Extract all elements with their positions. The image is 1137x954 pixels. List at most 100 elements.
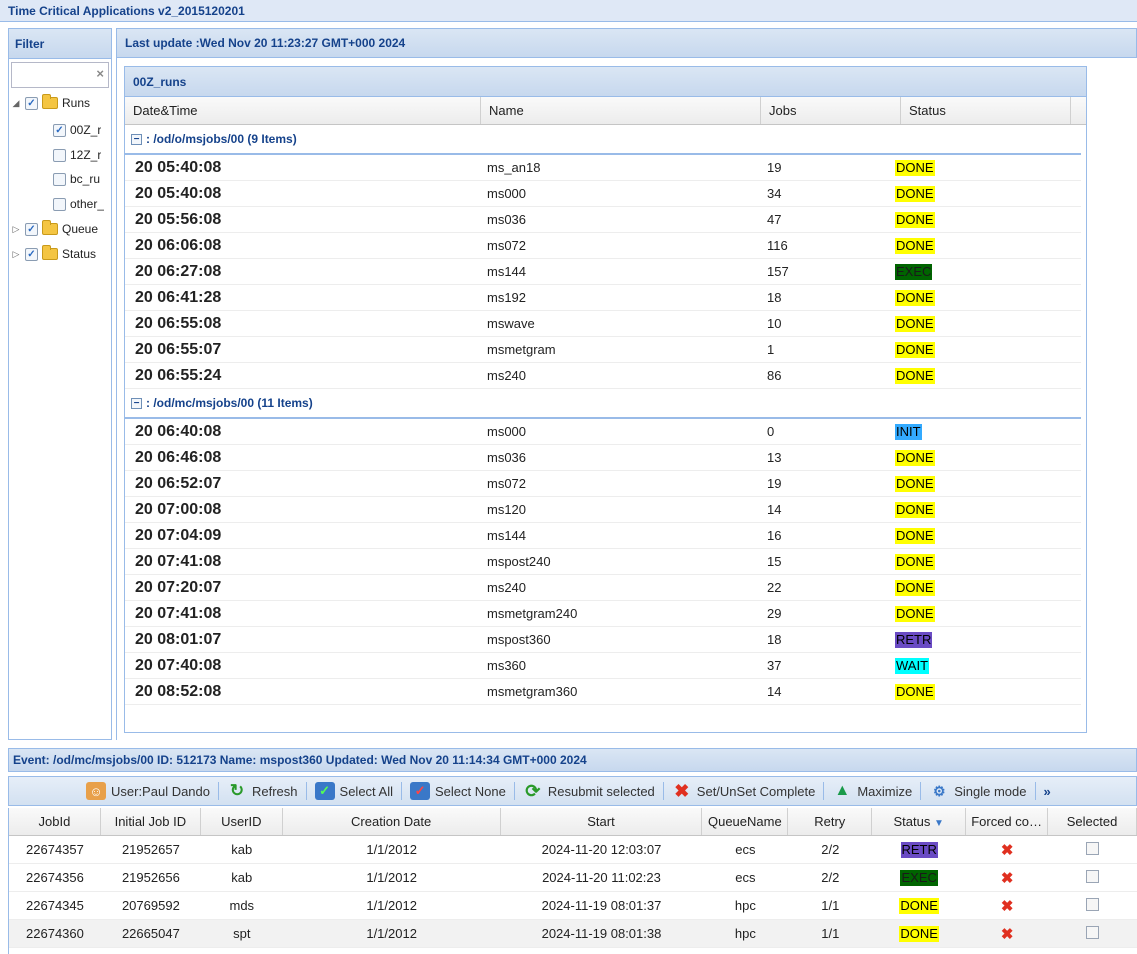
checkbox-checked-icon[interactable]: ✓ <box>25 222 38 236</box>
set-unset-complete-button[interactable]: ✖ Set/UnSet Complete <box>667 781 821 801</box>
filter-search[interactable]: × <box>11 62 109 88</box>
run-status-cell: DONE <box>887 367 1081 384</box>
refresh-button[interactable]: ↻ Refresh <box>222 781 303 800</box>
run-row[interactable]: 20 07:40:08 ms360 37 WAIT <box>125 653 1081 679</box>
job-initial: 22665047 <box>121 926 180 941</box>
run-row[interactable]: 20 07:20:07 ms240 22 DONE <box>125 575 1081 601</box>
col-retry[interactable]: Retry <box>788 808 873 835</box>
column-datetime[interactable]: Date&Time <box>125 97 481 124</box>
select-none-button[interactable]: ✓ Select None <box>405 782 511 800</box>
run-row[interactable]: 20 06:55:07 msmetgram 1 DONE <box>125 337 1081 363</box>
run-row[interactable]: 20 06:55:08 mswave 10 DONE <box>125 311 1081 337</box>
job-row[interactable]: 22674357 21952657 kab 1/1/2012 2024-11-20 12… <box>9 836 1137 864</box>
run-row[interactable]: 20 06:41:28 ms192 18 DONE <box>125 285 1081 311</box>
col-start[interactable]: Start <box>501 808 703 835</box>
collapsed-arrow-icon[interactable]: ▷ <box>11 249 21 260</box>
col-queuename[interactable]: QueueName <box>702 808 789 835</box>
resubmit-button[interactable]: ⟳ Resubmit selected <box>518 781 660 801</box>
tree-node-queue[interactable]: ▷ ✓ Queue <box>11 219 98 239</box>
select-checkbox[interactable] <box>1086 841 1100 855</box>
col-jobid[interactable]: JobId <box>9 808 101 835</box>
job-status-cell: EXEC <box>872 869 966 886</box>
run-datetime: 20 07:41:08 <box>135 604 222 622</box>
run-row[interactable]: 20 06:46:08 ms036 13 DONE <box>125 445 1081 471</box>
checkbox-checked-icon[interactable]: ✓ <box>53 123 66 137</box>
col-userid[interactable]: UserID <box>201 808 283 835</box>
tree-node-bc[interactable]: bc_ru <box>49 169 100 189</box>
run-row[interactable]: 20 06:27:08 ms144 157 EXEC <box>125 259 1081 285</box>
user-button[interactable]: ☺ User:Paul Dando <box>81 782 215 800</box>
tree-node-other[interactable]: other_ <box>49 194 104 214</box>
run-row[interactable]: 20 07:41:08 mspost240 15 DONE <box>125 549 1081 575</box>
more-button[interactable]: » <box>1039 784 1056 799</box>
select-checkbox[interactable] <box>1086 897 1100 911</box>
sort-desc-icon: ▼ <box>933 818 944 829</box>
run-jobs: 16 <box>767 528 782 543</box>
checkbox-icon[interactable] <box>53 148 66 162</box>
run-status-cell: DONE <box>887 553 1081 570</box>
cross-icon[interactable]: ✖ <box>1001 842 1014 859</box>
col-creation-date[interactable]: Creation Date <box>283 808 501 835</box>
status-badge: DONE <box>895 315 935 332</box>
run-row[interactable]: 20 05:40:08 ms000 34 DONE <box>125 181 1081 207</box>
run-row[interactable]: 20 07:00:08 ms120 14 DONE <box>125 497 1081 523</box>
run-datetime: 20 05:40:08 <box>135 158 222 176</box>
tree-label: bc_ru <box>70 172 101 186</box>
tree-node-12z[interactable]: 12Z_r <box>49 145 101 165</box>
col-selected[interactable]: Selected <box>1048 808 1137 835</box>
col-initial-job-id[interactable]: Initial Job ID <box>101 808 201 835</box>
run-status-cell: DONE <box>887 605 1081 622</box>
select-all-button[interactable]: ✓ Select All <box>310 782 398 800</box>
group-header[interactable]: −: /od/o/msjobs/00 (9 Items) <box>125 125 1081 155</box>
run-row[interactable]: 20 07:41:08 msmetgram240 29 DONE <box>125 601 1081 627</box>
run-status-cell: DONE <box>887 475 1081 492</box>
run-row[interactable]: 20 05:40:08 ms_an18 19 DONE <box>125 155 1081 181</box>
tree-node-status[interactable]: ▷ ✓ Status <box>11 244 96 264</box>
tree-node-00z[interactable]: ✓ 00Z_r <box>49 120 101 140</box>
select-checkbox[interactable] <box>1086 869 1100 883</box>
checkbox-checked-icon[interactable]: ✓ <box>25 247 38 261</box>
cross-icon[interactable]: ✖ <box>1001 926 1014 943</box>
job-row[interactable]: 22674360 22665047 spt 1/1/2012 2024-11-19 08… <box>9 920 1137 948</box>
collapsed-arrow-icon[interactable]: ▷ <box>11 224 21 235</box>
group-header[interactable]: −: /od/mc/msjobs/00 (11 Items) <box>125 389 1081 419</box>
run-row[interactable]: 20 06:40:08 ms000 0 INIT <box>125 419 1081 445</box>
run-row[interactable]: 20 06:52:07 ms072 19 DONE <box>125 471 1081 497</box>
run-jobs: 14 <box>767 502 782 517</box>
job-row[interactable]: 22674356 21952656 kab 1/1/2012 2024-11-20 11… <box>9 864 1137 892</box>
collapse-icon[interactable]: − <box>131 397 142 409</box>
run-jobs: 1 <box>767 342 775 357</box>
checkbox-icon[interactable] <box>53 197 66 211</box>
jobs-toolbar: ☺ User:Paul Dando ↻ Refresh ✓ Select All… <box>8 776 1137 806</box>
tree-node-runs[interactable]: ◢ ✓ Runs <box>11 93 90 113</box>
maximize-button[interactable]: ▲ Maximize <box>827 782 917 800</box>
run-datetime: 20 06:40:08 <box>135 422 222 440</box>
collapse-icon[interactable]: − <box>131 133 142 145</box>
run-row[interactable]: 20 07:04:09 ms144 16 DONE <box>125 523 1081 549</box>
job-initial: 21952656 <box>121 870 180 885</box>
clear-icon[interactable]: × <box>96 66 104 81</box>
job-row[interactable]: 22674345 20769592 mds 1/1/2012 2024-11-19 08… <box>9 892 1137 920</box>
col-forced-complete[interactable]: Forced co… <box>966 808 1049 835</box>
filter-search-input[interactable] <box>12 63 90 85</box>
expand-arrow-icon[interactable]: ◢ <box>11 98 21 109</box>
checkbox-checked-icon[interactable]: ✓ <box>25 96 38 110</box>
cross-icon[interactable]: ✖ <box>1001 898 1014 915</box>
col-status[interactable]: Status ▼ <box>872 808 967 835</box>
column-status[interactable]: Status <box>901 97 1071 124</box>
column-name[interactable]: Name <box>481 97 761 124</box>
col-status-label: Status <box>893 814 931 829</box>
single-mode-button[interactable]: ⚙ Single mode <box>924 782 1031 800</box>
run-row[interactable]: 20 08:52:08 msmetgram360 14 DONE <box>125 679 1081 705</box>
checkbox-icon[interactable] <box>53 172 66 186</box>
run-row[interactable]: 20 05:56:08 ms036 47 DONE <box>125 207 1081 233</box>
run-status-cell: DONE <box>887 449 1081 466</box>
run-row[interactable]: 20 06:55:24 ms240 86 DONE <box>125 363 1081 389</box>
run-row[interactable]: 20 08:01:07 mspost360 18 RETR <box>125 627 1081 653</box>
column-jobs[interactable]: Jobs <box>761 97 901 124</box>
select-checkbox[interactable] <box>1086 925 1100 939</box>
run-row[interactable]: 20 06:06:08 ms072 116 DONE <box>125 233 1081 259</box>
job-created: 1/1/2012 <box>366 842 417 857</box>
run-status-cell: DONE <box>887 237 1081 254</box>
cross-icon[interactable]: ✖ <box>1001 870 1014 887</box>
